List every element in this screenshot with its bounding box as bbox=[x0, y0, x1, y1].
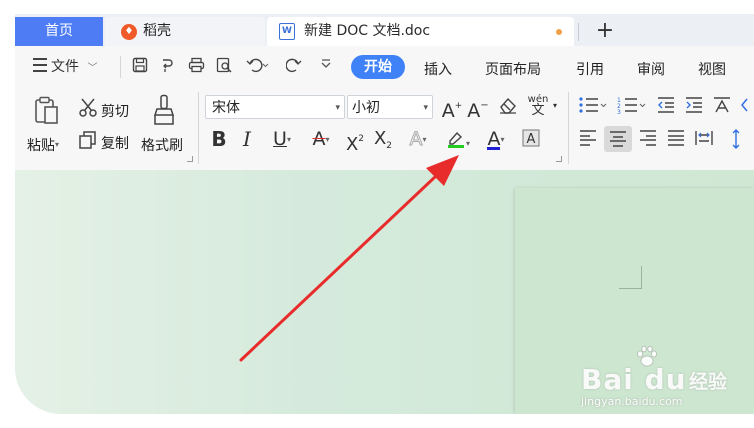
baidu-jingyan-watermark: Bai du 经验 jingyan.baidu.com bbox=[575, 345, 745, 415]
watermark-url: jingyan.baidu.com bbox=[581, 395, 683, 408]
watermark-jingyan: 经验 bbox=[689, 371, 728, 393]
watermark-brand: Bai du bbox=[581, 363, 687, 396]
